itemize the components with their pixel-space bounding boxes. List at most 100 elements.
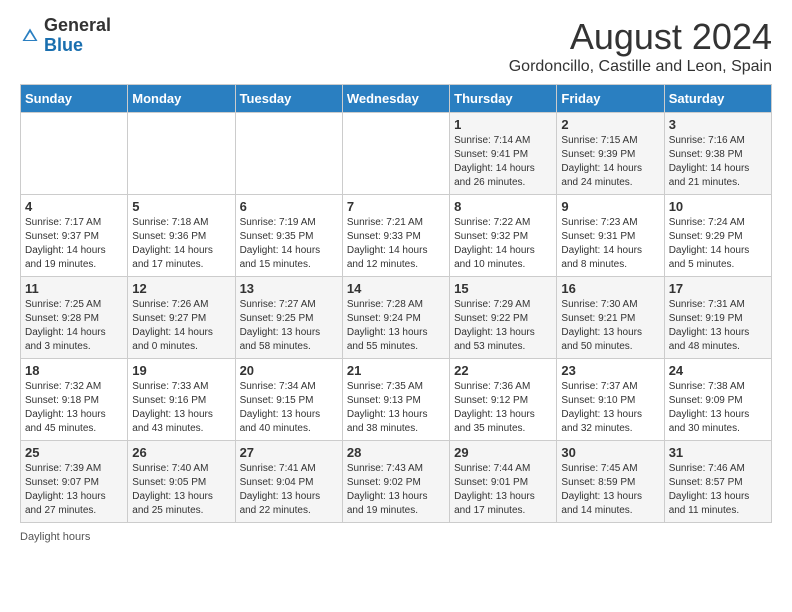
column-header-wednesday: Wednesday xyxy=(342,85,449,113)
calendar-cell: 17 Sunrise: 7:31 AMSunset: 9:19 PMDayligh… xyxy=(664,277,771,359)
day-info: Sunrise: 7:19 AMSunset: 9:35 PMDaylight:… xyxy=(240,216,338,272)
calendar-cell: 2 Sunrise: 7:15 AMSunset: 9:39 PMDaylight… xyxy=(557,113,664,195)
calendar-cell: 22Sunrise: 7:36 AMSunset: 9:12 PMDayligh… xyxy=(450,359,557,441)
day-info: Sunrise: 7:21 AMSunset: 9:33 PMDaylight:… xyxy=(347,216,445,272)
column-header-saturday: Saturday xyxy=(664,85,771,113)
location-subtitle: Gordoncillo, Castille and Leon, Spain xyxy=(509,58,772,76)
day-number: 30 xyxy=(561,445,659,460)
day-number: 9 xyxy=(561,199,659,214)
day-info: Sunrise: 7:29 AMSunset: 9:22 PMDaylight:… xyxy=(454,298,552,354)
day-info: Sunrise: 7:39 AMSunset: 9:07 PMDaylight:… xyxy=(25,462,123,518)
day-number: 10 xyxy=(669,199,767,214)
day-info: Sunrise: 7:44 AMSunset: 9:01 PMDaylight:… xyxy=(454,462,552,518)
day-number: 7 xyxy=(347,199,445,214)
day-number: 8 xyxy=(454,199,552,214)
day-number: 21 xyxy=(347,363,445,378)
title-block: August 2024 Gordoncillo, Castille and Le… xyxy=(509,16,772,76)
day-number: 15 xyxy=(454,281,552,296)
day-number: 23 xyxy=(561,363,659,378)
calendar-cell: 6 Sunrise: 7:19 AMSunset: 9:35 PMDaylight… xyxy=(235,195,342,277)
day-number: 3 xyxy=(669,117,767,132)
calendar-cell xyxy=(342,113,449,195)
week-row-5: 25 Sunrise: 7:39 AMSunset: 9:07 PMDayligh… xyxy=(21,441,772,523)
day-info: Sunrise: 7:28 AMSunset: 9:24 PMDaylight:… xyxy=(347,298,445,354)
day-number: 18 xyxy=(25,363,123,378)
calendar-cell xyxy=(235,113,342,195)
day-number: 19 xyxy=(132,363,230,378)
calendar-cell: 10 Sunrise: 7:24 AMSunset: 9:29 PMDayligh… xyxy=(664,195,771,277)
day-info: Sunrise: 7:24 AMSunset: 9:29 PMDaylight:… xyxy=(669,216,767,272)
day-number: 27 xyxy=(240,445,338,460)
day-number: 16 xyxy=(561,281,659,296)
logo-blue: Blue xyxy=(44,35,83,55)
calendar-cell: 11Sunrise: 7:25 AMSunset: 9:28 PMDayligh… xyxy=(21,277,128,359)
day-number: 5 xyxy=(132,199,230,214)
calendar-cell: 9Sunrise: 7:23 AMSunset: 9:31 PMDaylight… xyxy=(557,195,664,277)
calendar-cell: 21 Sunrise: 7:35 AMSunset: 9:13 PMDayligh… xyxy=(342,359,449,441)
calendar-cell: 23 Sunrise: 7:37 AMSunset: 9:10 PMDayligh… xyxy=(557,359,664,441)
calendar-cell: 8 Sunrise: 7:22 AMSunset: 9:32 PMDaylight… xyxy=(450,195,557,277)
day-info: Sunrise: 7:33 AMSunset: 9:16 PMDaylight:… xyxy=(132,380,230,436)
calendar-cell: 14 Sunrise: 7:28 AMSunset: 9:24 PMDayligh… xyxy=(342,277,449,359)
day-number: 1 xyxy=(454,117,552,132)
week-row-1: 1 Sunrise: 7:14 AMSunset: 9:41 PMDaylight… xyxy=(21,113,772,195)
day-number: 12 xyxy=(132,281,230,296)
day-number: 26 xyxy=(132,445,230,460)
calendar-cell xyxy=(21,113,128,195)
day-info: Sunrise: 7:38 AMSunset: 9:09 PMDaylight:… xyxy=(669,380,767,436)
day-info: Sunrise: 7:37 AMSunset: 9:10 PMDaylight:… xyxy=(561,380,659,436)
day-info: Sunrise: 7:32 AMSunset: 9:18 PMDaylight:… xyxy=(25,380,123,436)
column-header-sunday: Sunday xyxy=(21,85,128,113)
week-row-4: 18 Sunrise: 7:32 AMSunset: 9:18 PMDayligh… xyxy=(21,359,772,441)
day-info: Sunrise: 7:27 AMSunset: 9:25 PMDaylight:… xyxy=(240,298,338,354)
calendar-cell: 25 Sunrise: 7:39 AMSunset: 9:07 PMDayligh… xyxy=(21,441,128,523)
calendar-cell: 24Sunrise: 7:38 AMSunset: 9:09 PMDayligh… xyxy=(664,359,771,441)
day-info: Sunrise: 7:25 AMSunset: 9:28 PMDaylight:… xyxy=(25,298,123,354)
page-header: General Blue August 2024 Gordoncillo, Ca… xyxy=(20,16,772,76)
day-number: 2 xyxy=(561,117,659,132)
column-header-tuesday: Tuesday xyxy=(235,85,342,113)
calendar-header-row: SundayMondayTuesdayWednesdayThursdayFrid… xyxy=(21,85,772,113)
calendar-cell: 30Sunrise: 7:45 AMSunset: 8:59 PMDayligh… xyxy=(557,441,664,523)
day-info: Sunrise: 7:41 AMSunset: 9:04 PMDaylight:… xyxy=(240,462,338,518)
day-info: Sunrise: 7:35 AMSunset: 9:13 PMDaylight:… xyxy=(347,380,445,436)
calendar-cell: 7 Sunrise: 7:21 AMSunset: 9:33 PMDaylight… xyxy=(342,195,449,277)
day-info: Sunrise: 7:34 AMSunset: 9:15 PMDaylight:… xyxy=(240,380,338,436)
calendar-cell: 1 Sunrise: 7:14 AMSunset: 9:41 PMDaylight… xyxy=(450,113,557,195)
day-number: 31 xyxy=(669,445,767,460)
day-info: Sunrise: 7:31 AMSunset: 9:19 PMDaylight:… xyxy=(669,298,767,354)
day-number: 28 xyxy=(347,445,445,460)
day-info: Sunrise: 7:30 AMSunset: 9:21 PMDaylight:… xyxy=(561,298,659,354)
calendar-cell xyxy=(128,113,235,195)
logo-icon xyxy=(20,26,40,46)
column-header-monday: Monday xyxy=(128,85,235,113)
day-info: Sunrise: 7:18 AMSunset: 9:36 PMDaylight:… xyxy=(132,216,230,272)
day-number: 20 xyxy=(240,363,338,378)
day-number: 13 xyxy=(240,281,338,296)
calendar-cell: 13 Sunrise: 7:27 AMSunset: 9:25 PMDayligh… xyxy=(235,277,342,359)
day-info: Sunrise: 7:26 AMSunset: 9:27 PMDaylight:… xyxy=(132,298,230,354)
day-info: Sunrise: 7:16 AMSunset: 9:38 PMDaylight:… xyxy=(669,134,767,190)
week-row-2: 4 Sunrise: 7:17 AMSunset: 9:37 PMDaylight… xyxy=(21,195,772,277)
day-number: 17 xyxy=(669,281,767,296)
day-number: 4 xyxy=(25,199,123,214)
calendar-table: SundayMondayTuesdayWednesdayThursdayFrid… xyxy=(20,84,772,523)
day-info: Sunrise: 7:17 AMSunset: 9:37 PMDaylight:… xyxy=(25,216,123,272)
day-number: 6 xyxy=(240,199,338,214)
day-info: Sunrise: 7:15 AMSunset: 9:39 PMDaylight:… xyxy=(561,134,659,190)
calendar-cell: 12 Sunrise: 7:26 AMSunset: 9:27 PMDayligh… xyxy=(128,277,235,359)
calendar-cell: 16 Sunrise: 7:30 AMSunset: 9:21 PMDayligh… xyxy=(557,277,664,359)
calendar-cell: 27 Sunrise: 7:41 AMSunset: 9:04 PMDayligh… xyxy=(235,441,342,523)
day-info: Sunrise: 7:46 AMSunset: 8:57 PMDaylight:… xyxy=(669,462,767,518)
calendar-cell: 26 Sunrise: 7:40 AMSunset: 9:05 PMDayligh… xyxy=(128,441,235,523)
month-title: August 2024 xyxy=(509,16,772,58)
calendar-cell: 15 Sunrise: 7:29 AMSunset: 9:22 PMDayligh… xyxy=(450,277,557,359)
calendar-cell: 18 Sunrise: 7:32 AMSunset: 9:18 PMDayligh… xyxy=(21,359,128,441)
day-info: Sunrise: 7:22 AMSunset: 9:32 PMDaylight:… xyxy=(454,216,552,272)
day-info: Sunrise: 7:40 AMSunset: 9:05 PMDaylight:… xyxy=(132,462,230,518)
column-header-friday: Friday xyxy=(557,85,664,113)
footer-note: Daylight hours xyxy=(20,531,772,543)
day-number: 14 xyxy=(347,281,445,296)
day-number: 25 xyxy=(25,445,123,460)
day-info: Sunrise: 7:14 AMSunset: 9:41 PMDaylight:… xyxy=(454,134,552,190)
